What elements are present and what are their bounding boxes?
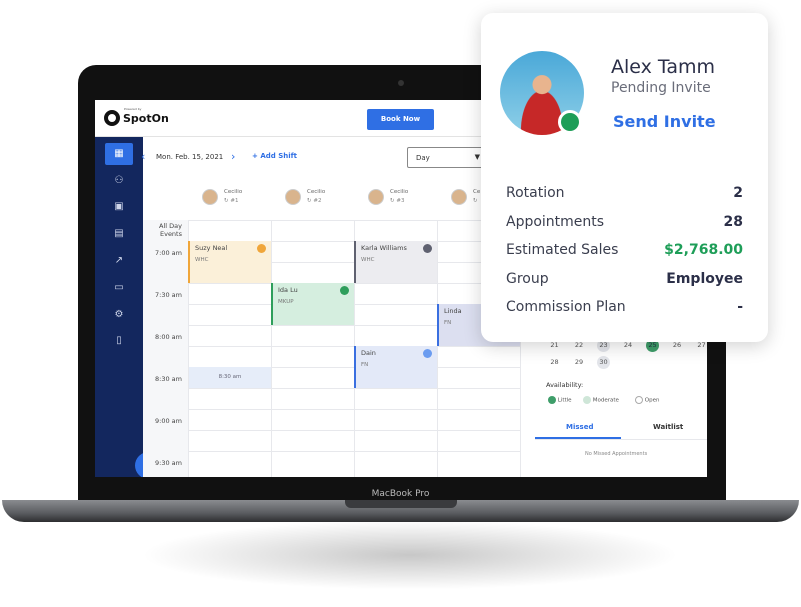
- calendar-icon[interactable]: ▦: [105, 143, 133, 165]
- tab-waitlist[interactable]: Waitlist: [653, 423, 683, 431]
- contact-icon[interactable]: ▣: [105, 196, 133, 218]
- laptop-notch: [345, 500, 457, 508]
- grid-column-line: [437, 220, 438, 477]
- laptop-shadow: [140, 520, 680, 590]
- tab-divider: [535, 439, 707, 440]
- stat-row: Estimated Sales $2,768.00: [506, 242, 743, 258]
- stat-row: Group Employee: [506, 270, 743, 287]
- staff-avatar: [285, 189, 301, 205]
- staff-id: ↻ #3: [390, 198, 405, 204]
- time-column: [143, 220, 188, 477]
- empty-text: No Missed Appointments: [585, 451, 648, 457]
- time-label: 8:00 am: [155, 333, 182, 341]
- clipboard-icon[interactable]: ▯: [105, 330, 133, 352]
- status-icon: [340, 286, 349, 295]
- status-icon: [257, 244, 266, 253]
- sidebar: ▦ ⚇ ▣ ▤ ↗ ▭ ⚙ ▯: [95, 137, 143, 477]
- staff-avatar: [202, 189, 218, 205]
- chart-icon[interactable]: ↗: [105, 250, 133, 272]
- edit-calendar-icon[interactable]: ▤: [105, 223, 133, 245]
- tab-missed[interactable]: Missed: [566, 423, 593, 431]
- time-label: 7:00 am: [155, 249, 182, 257]
- view-select[interactable]: Day ▼: [407, 147, 487, 168]
- users-icon[interactable]: ⚇: [105, 170, 133, 192]
- id-card-icon[interactable]: ▭: [105, 277, 133, 299]
- legend-dot-icon: [635, 396, 643, 404]
- stat-row: Commission Plan -: [506, 299, 743, 315]
- staff-id: ↻ #2: [307, 198, 322, 204]
- camera: [398, 80, 404, 86]
- time-label: 9:30 am: [155, 459, 182, 467]
- settings-icon[interactable]: ⚙: [105, 304, 133, 326]
- side-panel: 21 22 23 24 25 26 27 28 29 30 Availability: Littl…: [520, 330, 707, 477]
- legend-dot-icon: [583, 396, 591, 404]
- availability-legend-item: Little: [548, 396, 572, 404]
- online-status-icon: [558, 110, 582, 134]
- staff-header[interactable]: Cecilio ↻ #3: [368, 188, 438, 208]
- availability-label: Availability:: [546, 381, 584, 389]
- staff-header[interactable]: Cecilio ↻ #1: [202, 188, 272, 208]
- time-label: All Day Events: [159, 222, 182, 238]
- calendar-day[interactable]: 28: [548, 356, 561, 369]
- laptop-label: MacBook Pro: [371, 489, 430, 499]
- add-shift-button[interactable]: + Add Shift: [252, 152, 297, 160]
- appointment-block[interactable]: Ida Lu MKUP: [271, 283, 354, 325]
- staff-avatar: [451, 189, 467, 205]
- status-icon: [423, 244, 432, 253]
- next-date-button[interactable]: ›: [231, 150, 235, 163]
- send-invite-link[interactable]: Send Invite: [613, 112, 716, 131]
- logo-ring-icon: [104, 110, 120, 126]
- time-label: 8:30 am: [155, 375, 182, 383]
- profile-status: Pending Invite: [611, 80, 711, 96]
- calendar-day[interactable]: 30: [597, 356, 610, 369]
- book-now-button[interactable]: Book Now: [367, 109, 434, 130]
- appointment-block[interactable]: Dain FN: [354, 346, 437, 388]
- profile-card: Alex Tamm Pending Invite Send Invite Rot…: [481, 13, 768, 342]
- dropdown-arrow-icon: ▼: [474, 153, 480, 161]
- appointment-block[interactable]: Karla Williams WHC: [354, 241, 437, 283]
- availability-legend-item: Open: [635, 396, 659, 404]
- staff-header[interactable]: Cecilio ↻ #2: [285, 188, 355, 208]
- status-icon: [423, 349, 432, 358]
- grid-column-line: [271, 220, 272, 477]
- staff-id: ↻ #1: [224, 198, 239, 204]
- brand-logo: SpotOn Powered by: [104, 107, 169, 126]
- time-label: 7:30 am: [155, 291, 182, 299]
- stat-row: Appointments 28: [506, 213, 743, 230]
- legend-dot-icon: [548, 396, 556, 404]
- calendar-day[interactable]: 29: [573, 356, 586, 369]
- staff-id: ↻: [473, 198, 478, 204]
- availability-legend-item: Moderate: [583, 396, 619, 404]
- stat-row: Rotation 2: [506, 185, 743, 201]
- appointment-block[interactable]: Suzy Neal WHC: [188, 241, 271, 283]
- current-date: Mon. Feb. 15, 2021: [156, 153, 224, 161]
- profile-name: Alex Tamm: [611, 56, 716, 78]
- prev-date-button[interactable]: ‹: [141, 150, 145, 163]
- staff-avatar: [368, 189, 384, 205]
- time-label: 9:00 am: [155, 417, 182, 425]
- open-slot[interactable]: 8:30 am: [189, 367, 271, 388]
